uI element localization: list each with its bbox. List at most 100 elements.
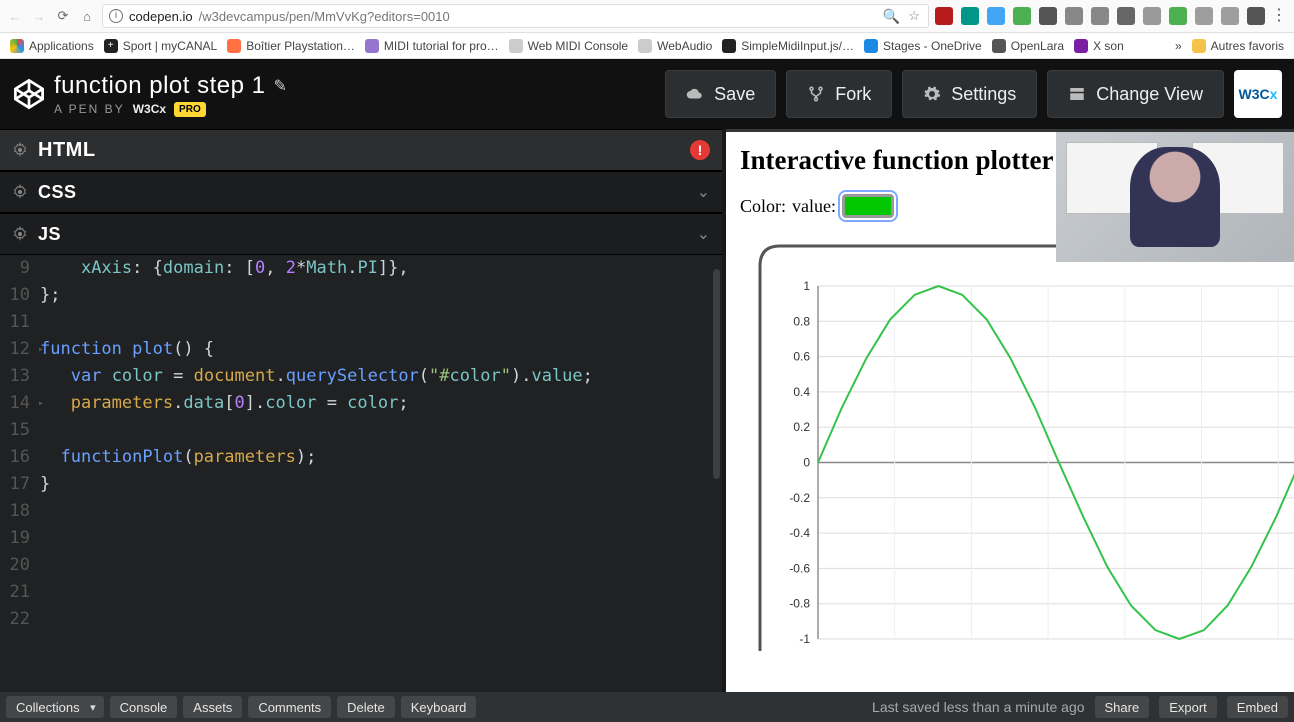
settings-button[interactable]: Settings bbox=[902, 70, 1037, 118]
ext-icon[interactable] bbox=[1169, 7, 1187, 25]
code-line[interactable]: 22 bbox=[0, 606, 722, 633]
cast-icon[interactable] bbox=[1039, 7, 1057, 25]
user-avatar[interactable]: W3Cx bbox=[1234, 70, 1282, 118]
bookmark-label: Web MIDI Console bbox=[528, 39, 628, 53]
console-button[interactable]: Console bbox=[110, 696, 178, 718]
nav-back-button[interactable]: ← bbox=[6, 7, 24, 25]
code-line[interactable]: 15 bbox=[0, 417, 722, 444]
svg-text:0.4: 0.4 bbox=[793, 385, 810, 399]
bookmark-overflow[interactable]: » bbox=[1175, 39, 1182, 53]
panel-title: CSS bbox=[38, 182, 77, 203]
keyboard-label: Keyboard bbox=[411, 700, 467, 715]
svg-text:0.8: 0.8 bbox=[793, 314, 810, 328]
nav-home-button[interactable]: ⌂ bbox=[78, 7, 96, 25]
ext-icon[interactable] bbox=[1091, 7, 1109, 25]
svg-text:1: 1 bbox=[803, 279, 810, 293]
code-line[interactable]: 13 var color = document.querySelector("#… bbox=[0, 363, 722, 390]
browser-menu-icon[interactable]: ⋮ bbox=[1271, 8, 1288, 24]
edit-title-icon[interactable]: ✎ bbox=[273, 76, 286, 96]
keyboard-button[interactable]: Keyboard bbox=[401, 696, 477, 718]
panel-header-js[interactable]: JS ⌄ bbox=[0, 213, 722, 255]
omnibox-right: 🔍 ☆ bbox=[883, 8, 922, 25]
gear-icon[interactable] bbox=[12, 142, 28, 158]
ext-icon[interactable] bbox=[935, 7, 953, 25]
bookmark-item[interactable]: Web MIDI Console bbox=[509, 39, 628, 53]
gutter: 9 bbox=[0, 255, 40, 282]
code-line[interactable]: 21 bbox=[0, 579, 722, 606]
gear-icon[interactable] bbox=[12, 184, 28, 200]
codepen-header: function plot step 1 ✎ A PEN BY W3Cx PRO… bbox=[0, 59, 1294, 129]
ext-icon[interactable] bbox=[1013, 7, 1031, 25]
bookmark-item[interactable]: SimpleMidiInput.js/… bbox=[722, 39, 854, 53]
code-line[interactable]: 9 xAxis: {domain: [0, 2*Math.PI]}, bbox=[0, 255, 722, 282]
share-label: Share bbox=[1105, 700, 1140, 715]
other-bookmarks[interactable]: Autres favoris bbox=[1192, 39, 1284, 53]
share-button[interactable]: Share bbox=[1095, 696, 1150, 718]
ext-icon[interactable] bbox=[987, 7, 1005, 25]
star-icon[interactable]: ☆ bbox=[908, 8, 920, 24]
pen-title[interactable]: function plot step 1 bbox=[54, 72, 265, 100]
nav-reload-button[interactable]: ⟳ bbox=[54, 7, 72, 25]
code-line[interactable]: 20 bbox=[0, 552, 722, 579]
gutter: 15 bbox=[0, 417, 40, 444]
gutter: 22 bbox=[0, 606, 40, 633]
code-line[interactable]: 11 bbox=[0, 309, 722, 336]
delete-button[interactable]: Delete bbox=[337, 696, 395, 718]
code-line[interactable]: 10}; bbox=[0, 282, 722, 309]
change-view-button[interactable]: Change View bbox=[1047, 70, 1224, 118]
pen-author[interactable]: W3Cx bbox=[133, 102, 166, 116]
fork-button[interactable]: Fork bbox=[786, 70, 892, 118]
panel-header-css[interactable]: CSS ⌄ bbox=[0, 171, 722, 213]
site-info-icon[interactable]: i bbox=[109, 9, 123, 23]
bookmark-item[interactable]: Stages - OneDrive bbox=[864, 39, 982, 53]
bookmark-icon bbox=[864, 39, 878, 53]
pen-title-block: function plot step 1 ✎ A PEN BY W3Cx PRO bbox=[54, 72, 287, 117]
codepen-logo-icon[interactable] bbox=[12, 77, 46, 111]
code-content: xAxis: {domain: [0, 2*Math.PI]}, bbox=[40, 255, 409, 282]
ext-icon[interactable] bbox=[1195, 7, 1213, 25]
color-input[interactable] bbox=[842, 194, 894, 218]
collections-label: Collections bbox=[16, 700, 80, 715]
ext-overflow-icon[interactable] bbox=[1247, 7, 1265, 25]
zoom-icon[interactable]: 🔍 bbox=[883, 8, 900, 25]
bookmark-item[interactable]: OpenLara bbox=[992, 39, 1064, 53]
save-button[interactable]: Save bbox=[665, 70, 776, 118]
code-line[interactable]: 12▸function plot() { bbox=[0, 336, 722, 363]
error-badge-icon[interactable]: ! bbox=[690, 140, 710, 160]
apps-button[interactable]: Applications bbox=[10, 39, 94, 53]
bookmark-item[interactable]: Boîtier Playstation… bbox=[227, 39, 355, 53]
address-bar[interactable]: i codepen.io/w3devcampus/pen/MmVvKg?edit… bbox=[102, 4, 929, 28]
ext-icon[interactable] bbox=[961, 7, 979, 25]
ext-icon[interactable] bbox=[1221, 7, 1239, 25]
bookmark-item[interactable]: X son bbox=[1074, 39, 1124, 53]
export-button[interactable]: Export bbox=[1159, 696, 1217, 718]
code-content bbox=[40, 417, 50, 444]
code-line[interactable]: 14▸ parameters.data[0].color = color; bbox=[0, 390, 722, 417]
panel-header-html[interactable]: HTML ! bbox=[0, 129, 722, 171]
gear-icon bbox=[923, 85, 941, 103]
ext-icon[interactable] bbox=[1143, 7, 1161, 25]
bookmark-item[interactable]: WebAudio bbox=[638, 39, 712, 53]
assets-button[interactable]: Assets bbox=[183, 696, 242, 718]
code-editor[interactable]: 9 xAxis: {domain: [0, 2*Math.PI]},10};11… bbox=[0, 255, 722, 692]
ext-icon[interactable] bbox=[1117, 7, 1135, 25]
code-line[interactable]: 17} bbox=[0, 471, 722, 498]
plot-svg[interactable]: -1-0.8-0.6-0.4-0.200.20.40.60.81 bbox=[740, 236, 1294, 651]
chevron-down-icon[interactable]: ⌄ bbox=[697, 224, 710, 244]
bookmark-item[interactable]: MIDI tutorial for pro… bbox=[365, 39, 499, 53]
workspace: HTML ! CSS ⌄ JS ⌄ 9 xAxis: {domain: [0, … bbox=[0, 129, 1294, 692]
nav-fwd-button[interactable]: → bbox=[30, 7, 48, 25]
code-line[interactable]: 16 functionPlot(parameters); bbox=[0, 444, 722, 471]
comments-button[interactable]: Comments bbox=[248, 696, 331, 718]
collections-dropdown[interactable]: Collections bbox=[6, 696, 104, 718]
scrollbar-thumb[interactable] bbox=[713, 269, 720, 479]
ext-icon[interactable] bbox=[1065, 7, 1083, 25]
gear-icon[interactable] bbox=[12, 226, 28, 242]
svg-text:-0.2: -0.2 bbox=[789, 491, 810, 505]
bookmark-item[interactable]: + Sport | myCANAL bbox=[104, 39, 217, 53]
code-line[interactable]: 19 bbox=[0, 525, 722, 552]
embed-button[interactable]: Embed bbox=[1227, 696, 1288, 718]
code-line[interactable]: 18 bbox=[0, 498, 722, 525]
chevron-down-icon[interactable]: ⌄ bbox=[697, 182, 710, 202]
folder-icon bbox=[1192, 39, 1206, 53]
